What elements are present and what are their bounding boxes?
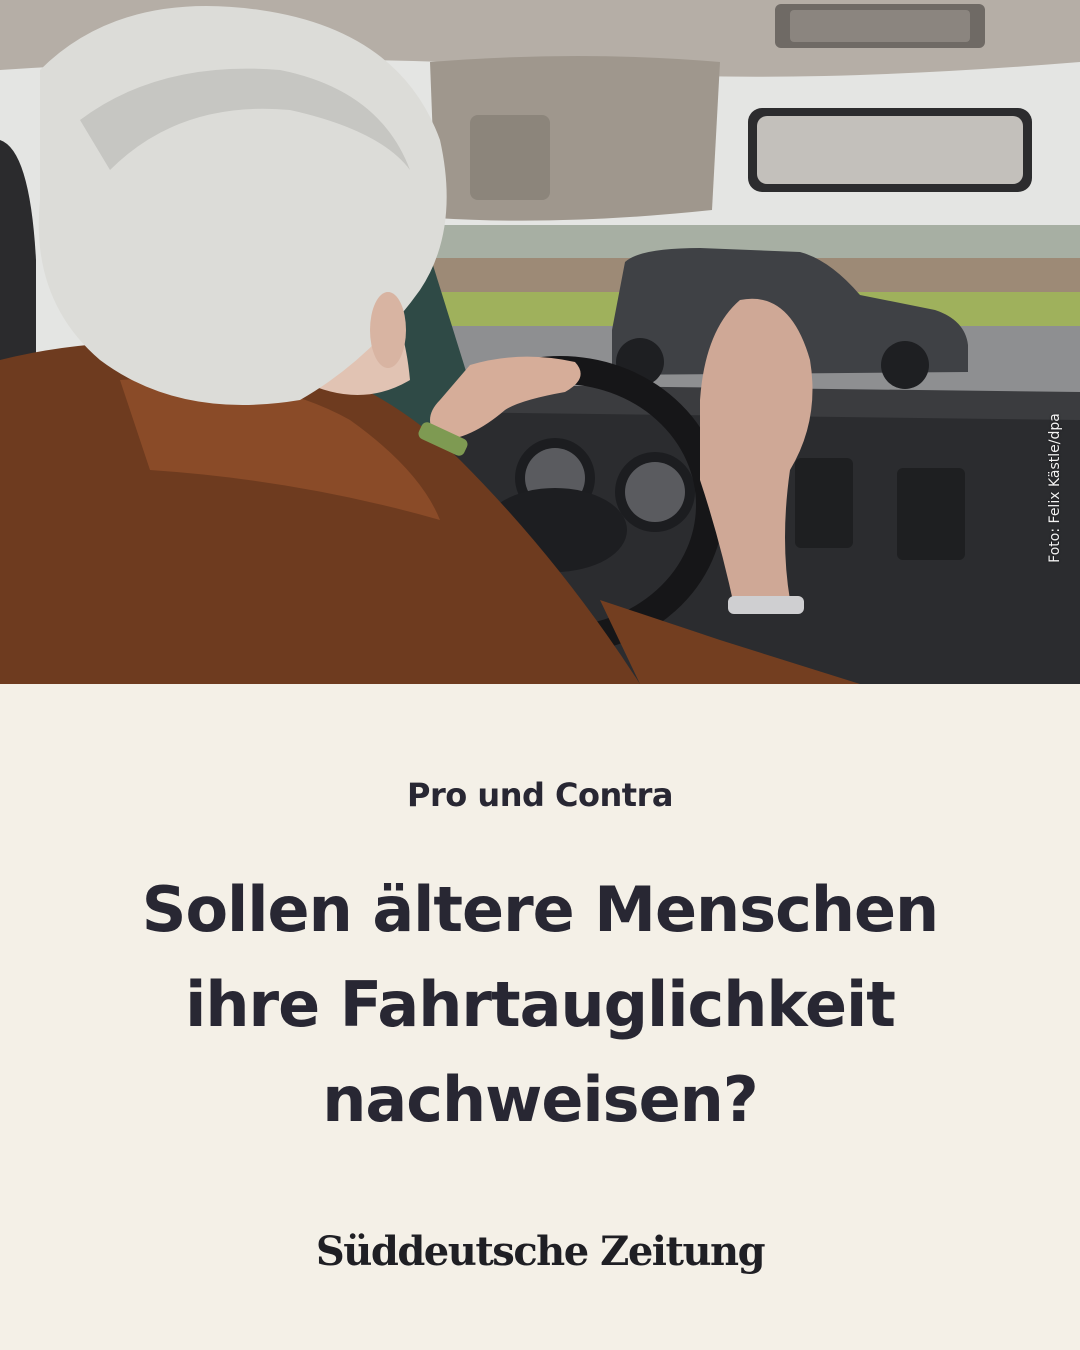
car-interior-photo: Foto: Felix Kästle/dpa xyxy=(0,0,1080,684)
headline-line-2: ihre Fahrtauglichkeit xyxy=(185,968,896,1041)
kicker-label: Pro und Contra xyxy=(407,776,673,814)
sz-logo: Süddeutsche Zeitung xyxy=(315,1228,766,1275)
post-card: Foto: Felix Kästle/dpa Pro und Contra So… xyxy=(0,0,1080,1350)
photo-illustration xyxy=(0,0,1080,684)
headline-line-3: nachweisen? xyxy=(322,1063,759,1136)
headline-line-1: Sollen ältere Menschen xyxy=(141,873,939,946)
headline: Sollen ältere Menschen ihre Fahrtauglich… xyxy=(90,862,990,1147)
photo-credit-text: Foto: Felix Kästle/dpa xyxy=(1047,413,1063,563)
photo-credit: Foto: Felix Kästle/dpa xyxy=(1044,398,1066,578)
